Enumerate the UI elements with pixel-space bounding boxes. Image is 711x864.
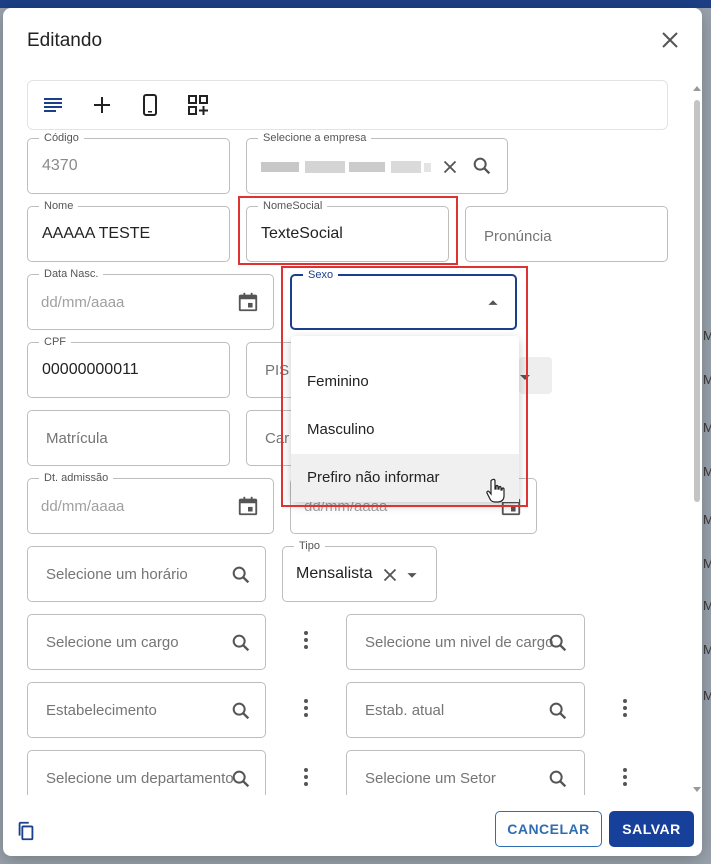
pronuncia-placeholder: Pronúncia: [484, 228, 552, 245]
background-text: M: [703, 420, 711, 435]
cancel-button[interactable]: CANCELAR: [495, 811, 602, 847]
nome-label: Nome: [39, 199, 79, 213]
estab-atual-select[interactable]: Estab. atual: [346, 682, 585, 738]
codigo-value: 4370: [42, 157, 78, 174]
more-vert-icon[interactable]: [297, 765, 315, 789]
close-icon[interactable]: [658, 28, 682, 52]
app-top-bar: [0, 0, 711, 8]
cpf-value: 00000000011: [42, 361, 139, 378]
more-vert-icon[interactable]: [616, 765, 634, 789]
background-text: M: [703, 556, 711, 571]
search-icon[interactable]: [547, 632, 569, 654]
nivel-cargo-select[interactable]: Selecione um nivel de cargo: [346, 614, 585, 670]
cargo-select[interactable]: Selecione um cargo: [27, 614, 266, 670]
data-nasc-label: Data Nasc.: [39, 267, 104, 281]
tipo-select[interactable]: Tipo Mensalista: [282, 539, 437, 602]
estabelecimento-select[interactable]: Estabelecimento: [27, 682, 266, 738]
matricula-placeholder: Matrícula: [46, 430, 108, 447]
clear-icon[interactable]: [439, 156, 461, 178]
search-icon[interactable]: [547, 700, 569, 722]
background-text: M: [703, 372, 711, 387]
background-text: M: [703, 598, 711, 613]
tipo-label: Tipo: [294, 539, 325, 553]
highlight-frame-sexo: [281, 266, 528, 507]
highlight-frame-nome-social: [238, 196, 458, 265]
cargo-placeholder: Selecione um cargo: [46, 634, 179, 651]
background-text: M: [703, 464, 711, 479]
more-vert-icon[interactable]: [297, 696, 315, 720]
codigo-label: Código: [39, 131, 84, 145]
search-icon[interactable]: [230, 768, 252, 790]
calendar-icon[interactable]: [237, 495, 259, 517]
search-icon[interactable]: [547, 768, 569, 790]
estabelecimento-placeholder: Estabelecimento: [46, 702, 157, 719]
matricula-field[interactable]: Matrícula: [27, 410, 230, 466]
setor-select[interactable]: Selecione um Setor: [346, 750, 585, 795]
more-vert-icon[interactable]: [297, 628, 315, 652]
empresa-select[interactable]: Selecione a empresa: [246, 131, 508, 194]
clear-icon[interactable]: [379, 564, 401, 586]
empresa-label: Selecione a empresa: [258, 131, 372, 145]
pronuncia-field[interactable]: Pronúncia: [465, 206, 668, 262]
tipo-value: Mensalista: [296, 565, 373, 582]
nome-value: AAAAA TESTE: [42, 225, 151, 242]
text-lines-icon[interactable]: [41, 93, 65, 117]
data-nasc-field[interactable]: Data Nasc. dd/mm/aaaa: [27, 267, 274, 330]
background-text: M: [703, 642, 711, 657]
search-icon[interactable]: [230, 564, 252, 586]
codigo-field[interactable]: Código 4370: [27, 131, 230, 194]
estab-atual-placeholder: Estab. atual: [365, 702, 445, 719]
dialog-title: Editando: [27, 30, 103, 51]
cpf-label: CPF: [39, 335, 71, 349]
data-nasc-placeholder: dd/mm/aaaa: [41, 294, 125, 311]
scroll-up-icon[interactable]: [692, 84, 702, 92]
horario-select[interactable]: Selecione um horário: [27, 546, 266, 602]
copy-icon[interactable]: [15, 820, 37, 842]
search-icon[interactable]: [230, 700, 252, 722]
horario-placeholder: Selecione um horário: [46, 566, 188, 583]
edit-dialog: Editando Código 4370 Selecione a empresa: [3, 8, 702, 856]
search-icon[interactable]: [230, 632, 252, 654]
departamento-placeholder: Selecione um departamento: [46, 770, 234, 787]
grid-add-icon[interactable]: [186, 93, 210, 117]
scrollbar-thumb[interactable]: [694, 100, 700, 502]
toolbar: [27, 80, 668, 130]
caret-down-icon[interactable]: [401, 564, 423, 586]
search-icon[interactable]: [471, 155, 493, 177]
clipped-row: Selecione um departamento Selecione um S…: [3, 743, 702, 795]
more-vert-icon[interactable]: [616, 696, 634, 720]
dt-admissao-field[interactable]: Dt. admissão dd/mm/aaaa: [27, 471, 274, 534]
setor-placeholder: Selecione um Setor: [365, 770, 496, 787]
departamento-select[interactable]: Selecione um departamento: [27, 750, 266, 795]
scroll-down-icon[interactable]: [692, 786, 702, 794]
save-button[interactable]: SALVAR: [609, 811, 694, 847]
calendar-icon[interactable]: [237, 291, 259, 313]
background-text: M: [703, 328, 711, 343]
mobile-phone-icon[interactable]: [138, 93, 162, 117]
nivel-cargo-placeholder: Selecione um nivel de cargo: [365, 634, 554, 651]
blurred-company-name: [261, 161, 431, 173]
background-text: M: [703, 512, 711, 527]
background-text: M: [703, 688, 711, 703]
dt-admissao-placeholder: dd/mm/aaaa: [41, 498, 125, 515]
cpf-field[interactable]: CPF 00000000011: [27, 335, 230, 398]
nome-field[interactable]: Nome AAAAA TESTE: [27, 199, 230, 262]
dt-admissao-label: Dt. admissão: [39, 471, 114, 485]
plus-icon[interactable]: [90, 93, 114, 117]
